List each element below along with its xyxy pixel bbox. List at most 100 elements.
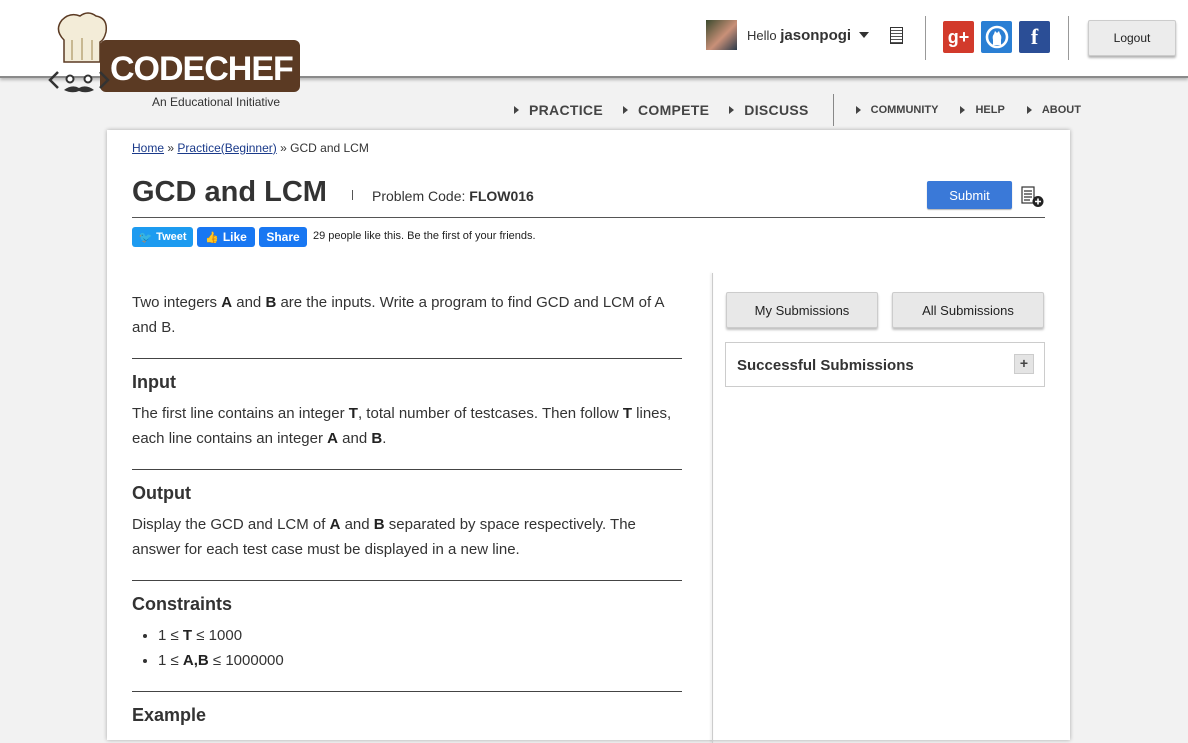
breadcrumb: Home » Practice(Beginner) » GCD and LCM [132, 141, 369, 155]
chef-face-icon [48, 71, 110, 93]
variable: A [221, 294, 233, 311]
text-segment: 1 ≤ [158, 627, 183, 644]
breadcrumb-home[interactable]: Home [132, 141, 164, 155]
submit-button[interactable]: Submit [927, 181, 1012, 209]
username: jasonpogi [780, 26, 852, 44]
expand-plus-icon[interactable]: + [1014, 354, 1034, 374]
text-segment: 1 ≤ [158, 652, 183, 669]
codechef-logo[interactable]: CODECHEF An Educational Initiative [48, 10, 308, 112]
section-divider [132, 469, 682, 470]
triangle-right-icon [514, 106, 519, 114]
google-plus-icon[interactable]: g+ [943, 21, 974, 53]
nav-label: COMPETE [637, 102, 710, 118]
my-submissions-button[interactable]: My Submissions [726, 292, 878, 328]
output-heading: Output [132, 483, 191, 503]
tweet-button[interactable]: 🐦 Tweet [132, 227, 193, 247]
triangle-right-icon [622, 106, 628, 114]
triangle-right-icon [960, 106, 966, 114]
user-menu[interactable]: Hello jasonpogi [706, 20, 870, 50]
thumbs-up-icon: 👍 [205, 231, 219, 244]
problem-code-value: FLOW016 [469, 188, 534, 204]
triangle-right-icon [855, 106, 861, 114]
triangle-right-icon [729, 106, 735, 114]
text-segment: . [382, 430, 387, 447]
variable: A,B [182, 652, 209, 669]
facebook-like-button[interactable]: 👍 Like [197, 227, 255, 247]
text-segment: The first line contains an integer [132, 405, 349, 422]
intro-paragraph: Two integers A and B are the inputs. Wri… [132, 290, 682, 340]
variable: B [265, 294, 277, 311]
text-segment: ≤ 1000000 [208, 652, 284, 669]
avatar[interactable] [706, 20, 737, 50]
text-segment: , total number of testcases. Then follow [357, 405, 623, 422]
main-nav: PRACTICE COMPETE DISCUSS COMMUNITY HELP … [514, 94, 1103, 126]
nav-label: ABOUT [1041, 104, 1081, 116]
list-item: 1 ≤ T ≤ 1000 [158, 623, 682, 648]
section-divider [132, 691, 682, 692]
input-heading: Input [132, 372, 176, 392]
output-paragraph: Display the GCD and LCM of A and B separ… [132, 512, 682, 562]
divider [925, 16, 926, 60]
facebook-share-button[interactable]: Share [259, 227, 307, 247]
nav-label: HELP [975, 104, 1005, 116]
breadcrumb-current: GCD and LCM [290, 141, 369, 155]
nav-help[interactable]: HELP [960, 104, 1005, 116]
nav-divider [832, 94, 834, 126]
breadcrumb-practice[interactable]: Practice(Beginner) [177, 141, 276, 155]
notes-icon[interactable] [890, 27, 903, 44]
logout-button[interactable]: Logout [1088, 20, 1176, 56]
variable: A [327, 430, 338, 447]
nav-discuss[interactable]: DISCUSS [729, 102, 808, 118]
divider [1068, 16, 1069, 60]
nav-community[interactable]: COMMUNITY [855, 104, 939, 116]
like-label: Like [222, 230, 247, 244]
greeting: Hello jasonpogi [747, 27, 851, 44]
divider [352, 190, 353, 200]
likes-count-text: 29 people like this. Be the first of you… [313, 230, 536, 242]
constraints-heading: Constraints [132, 594, 233, 614]
nav-label: DISCUSS [744, 102, 809, 118]
nav-label: PRACTICE [529, 102, 603, 118]
problem-code-label: Problem Code: [372, 188, 466, 204]
successful-submissions-panel[interactable]: Successful Submissions + [725, 342, 1045, 387]
nav-practice[interactable]: PRACTICE [514, 102, 603, 118]
logo-text: CODECHEF [110, 50, 294, 88]
input-paragraph: The first line contains an integer T, to… [132, 401, 682, 451]
problem-code: Problem Code: FLOW016 [372, 188, 534, 204]
variable: A [329, 516, 341, 533]
variable: B [373, 516, 385, 533]
constraints-list: 1 ≤ T ≤ 1000 1 ≤ A,B ≤ 1000000 [132, 623, 682, 673]
greeting-text: Hello [747, 27, 777, 43]
variable: T [622, 405, 632, 422]
twitter-icon: 🐦 [138, 231, 153, 244]
variable: B [371, 430, 383, 447]
github-glyph [985, 25, 1008, 49]
logo-subtitle: An Educational Initiative [152, 95, 281, 109]
github-icon[interactable] [981, 21, 1012, 53]
chevron-down-icon[interactable] [859, 32, 870, 38]
problem-statement: Two integers A and B are the inputs. Wri… [132, 290, 682, 734]
all-submissions-button[interactable]: All Submissions [892, 292, 1044, 328]
nav-compete[interactable]: COMPETE [622, 102, 710, 118]
successful-submissions-label: Successful Submissions [737, 357, 914, 374]
example-heading: Example [132, 705, 207, 725]
facebook-icon[interactable]: f [1019, 21, 1050, 53]
breadcrumb-separator: » [167, 141, 175, 155]
list-item: 1 ≤ A,B ≤ 1000000 [158, 648, 682, 673]
tweet-label: Tweet [156, 231, 187, 243]
column-divider [712, 273, 713, 743]
add-to-list-icon[interactable] [1021, 186, 1045, 208]
text-segment: and [232, 294, 266, 311]
variable: T [182, 627, 193, 644]
section-divider [132, 580, 682, 581]
problem-card: Home » Practice(Beginner) » GCD and LCM … [107, 130, 1070, 743]
nav-about[interactable]: ABOUT [1026, 104, 1081, 116]
text-segment: Two integers [132, 294, 222, 311]
text-segment: and [337, 430, 372, 447]
text-segment: ≤ 1000 [192, 627, 243, 644]
nav-label: COMMUNITY [870, 104, 939, 116]
text-segment: and [340, 516, 374, 533]
variable: T [348, 405, 358, 422]
text-segment: Display the GCD and LCM of [132, 516, 330, 533]
triangle-right-icon [1026, 106, 1032, 114]
